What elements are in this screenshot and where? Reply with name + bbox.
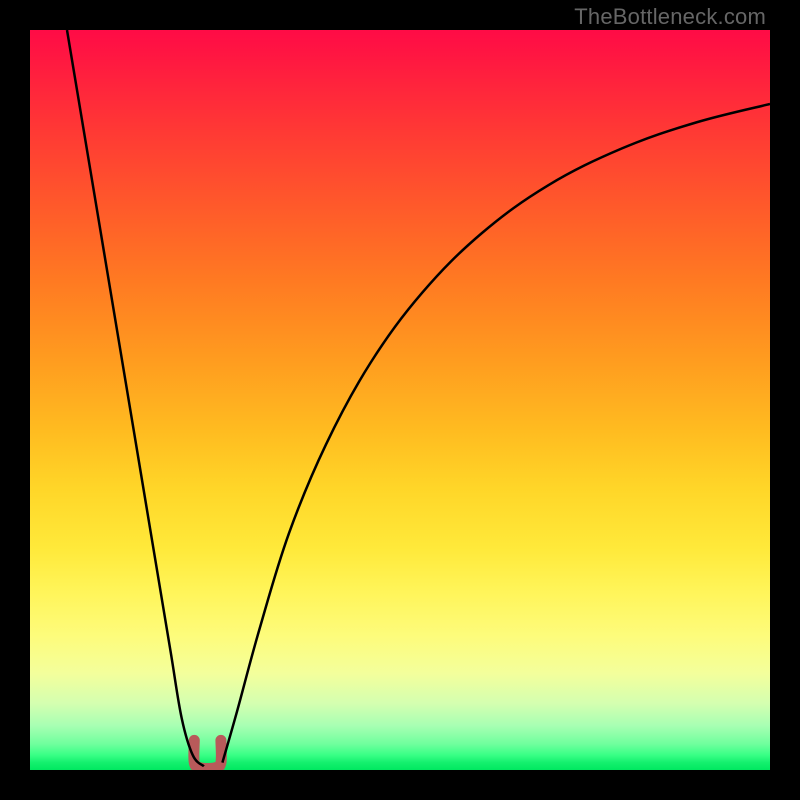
left-branch-line xyxy=(67,30,204,766)
right-branch-line xyxy=(222,104,770,763)
dip-marker-line xyxy=(194,740,222,768)
chart-frame: TheBottleneck.com xyxy=(0,0,800,800)
chart-svg xyxy=(30,30,770,770)
watermark-text: TheBottleneck.com xyxy=(574,4,766,30)
plot-area xyxy=(30,30,770,770)
